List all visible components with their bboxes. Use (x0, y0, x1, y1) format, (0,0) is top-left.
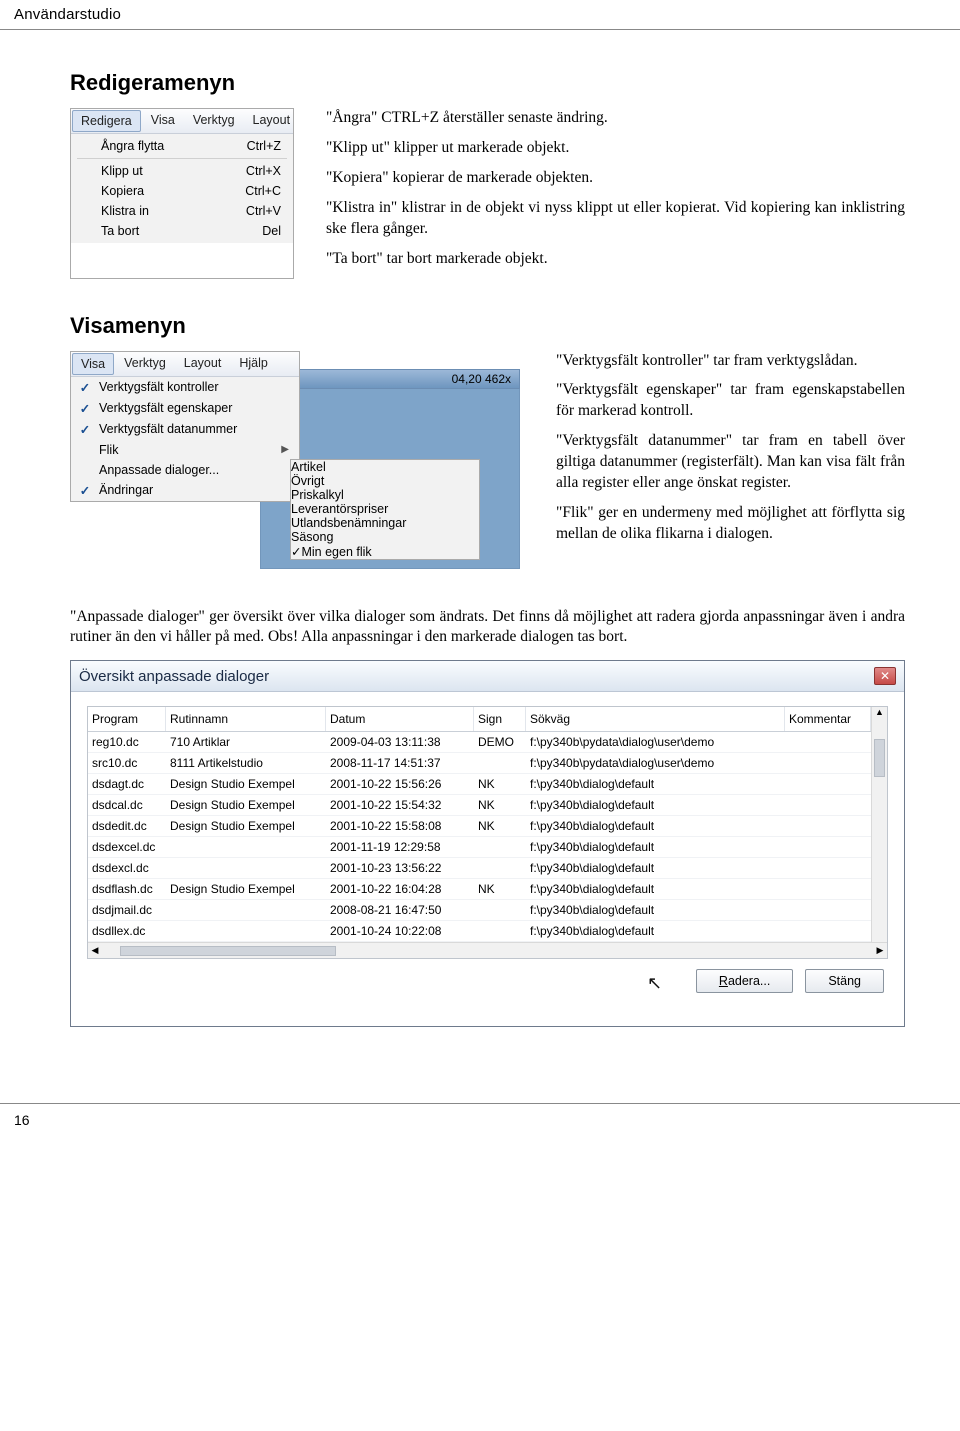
check-icon: ✓ (291, 545, 301, 559)
col-header[interactable]: Rutinnamn (166, 707, 326, 731)
table-row[interactable]: dsdexcel.dc2001-11-19 12:29:58f:\py340b\… (88, 837, 871, 858)
table-row[interactable]: dsdexcl.dc2001-10-23 13:56:22f:\py340b\d… (88, 858, 871, 879)
col-header[interactable]: Sign (474, 707, 526, 731)
col-header[interactable]: Datum (326, 707, 474, 731)
table-row[interactable]: dsdagt.dcDesign Studio Exempel2001-10-22… (88, 774, 871, 795)
menu-item[interactable]: Ångra flyttaCtrl+Z (73, 136, 291, 156)
table-row[interactable]: src10.dc8111 Artikelstudio2008-11-17 14:… (88, 753, 871, 774)
flik-submenu: Artikel Övrigt Priskalkyl Leverantörspri… (290, 459, 480, 560)
menu-tab-verktyg[interactable]: Verktyg (115, 352, 175, 376)
check-icon: ✓ (77, 380, 93, 395)
dialog-title: Översikt anpassade dialoger (79, 668, 269, 685)
menu-item[interactable]: ✓Verktygsfält egenskaper (71, 398, 299, 419)
breadcrumb: Användarstudio (0, 0, 960, 30)
col-header[interactable]: Kommentar (785, 707, 871, 731)
paragraph: "Anpassade dialoger" ger översikt över v… (70, 607, 905, 649)
page-number: 16 (0, 1103, 960, 1136)
menu-item-flik[interactable]: Flik▶ (71, 440, 299, 460)
menu-item[interactable]: Anpassade dialoger... (71, 460, 299, 480)
col-header[interactable]: Sökväg (526, 707, 785, 731)
paragraph: "Klipp ut" klipper ut markerade objekt. (326, 138, 905, 159)
cursor-icon: ↖ (647, 973, 960, 994)
paragraph: "Verktygsfält datanummer" tar fram en ta… (556, 431, 905, 494)
menu-tab-layout[interactable]: Layout (175, 352, 231, 376)
dialoger-table: Program Rutinnamn Datum Sign Sökväg Komm… (87, 706, 888, 959)
table-row[interactable]: dsdcal.dcDesign Studio Exempel2001-10-22… (88, 795, 871, 816)
submenu-item[interactable]: Priskalkyl (291, 488, 479, 502)
paragraph: "Verktygsfält kontroller" tar fram verkt… (556, 351, 905, 372)
redigera-menu-screenshot: Redigera Visa Verktyg Layout Ångra flytt… (70, 108, 294, 279)
menu-item[interactable]: Ta bortDel (73, 221, 291, 241)
col-header[interactable]: Program (88, 707, 166, 731)
check-icon: ✓ (77, 401, 93, 416)
scrollbar-vertical[interactable]: ▲ (871, 707, 887, 942)
paragraph: "Ångra" CTRL+Z återställer senaste ändri… (326, 108, 905, 129)
menu-tab-verktyg[interactable]: Verktyg (184, 109, 244, 133)
anpassade-dialoger-window: Översikt anpassade dialoger ✕ Program Ru… (70, 660, 905, 1027)
menu-item[interactable]: ✓Verktygsfält datanummer (71, 419, 299, 440)
table-row[interactable]: dsdllex.dc2001-10-24 10:22:08f:\py340b\d… (88, 921, 871, 942)
visa-menu-screenshot: Visa Verktyg Layout Hjälp ✓Verktygsfält … (70, 351, 300, 502)
submenu-item[interactable]: Övrigt (291, 474, 479, 488)
menu-tab-visa[interactable]: Visa (142, 109, 184, 133)
table-row[interactable]: dsdjmail.dc2008-08-21 16:47:50f:\py340b\… (88, 900, 871, 921)
menu-separator (77, 158, 287, 159)
table-row[interactable]: dsdedit.dcDesign Studio Exempel2001-10-2… (88, 816, 871, 837)
section-title-redigera: Redigeramenyn (70, 70, 905, 96)
check-icon: ✓ (77, 483, 93, 498)
submenu-item[interactable]: Leverantörspriser (291, 502, 479, 516)
paragraph: "Flik" ger en undermeny med möjlighet at… (556, 503, 905, 545)
section-title-visa: Visamenyn (70, 313, 905, 339)
paragraph: "Klistra in" klistrar in de objekt vi ny… (326, 198, 905, 240)
submenu-item[interactable]: Artikel (291, 460, 479, 474)
scrollbar-horizontal[interactable]: ◀▶ (88, 942, 887, 958)
paragraph: "Ta bort" tar bort markerade objekt. (326, 249, 905, 270)
menu-item[interactable]: KopieraCtrl+C (73, 181, 291, 201)
submenu-item[interactable]: ✓Min egen flik (291, 544, 479, 559)
paragraph: "Verktygsfält egenskaper" tar fram egens… (556, 380, 905, 422)
check-icon: ✓ (77, 422, 93, 437)
submenu-item[interactable]: Säsong (291, 530, 479, 544)
paragraph: "Kopiera" kopierar de markerade objekten… (326, 168, 905, 189)
table-row[interactable]: reg10.dc710 Artiklar2009-04-03 13:11:38D… (88, 732, 871, 753)
menu-tab-hjalp[interactable]: Hjälp (230, 352, 277, 376)
menu-tab-redigera[interactable]: Redigera (72, 110, 141, 132)
close-button[interactable]: ✕ (874, 667, 896, 685)
table-row[interactable]: dsdflash.dcDesign Studio Exempel2001-10-… (88, 879, 871, 900)
menu-item[interactable]: Klipp utCtrl+X (73, 161, 291, 181)
menu-item[interactable]: ✓Ändringar (71, 480, 299, 501)
submenu-item[interactable]: Utlandsbenämningar (291, 516, 479, 530)
menu-tab-visa[interactable]: Visa (72, 353, 114, 375)
submenu-arrow-icon: ▶ (281, 444, 289, 455)
menu-tab-layout[interactable]: Layout (244, 109, 300, 133)
menu-item[interactable]: Klistra inCtrl+V (73, 201, 291, 221)
menu-item[interactable]: ✓Verktygsfält kontroller (71, 377, 299, 398)
